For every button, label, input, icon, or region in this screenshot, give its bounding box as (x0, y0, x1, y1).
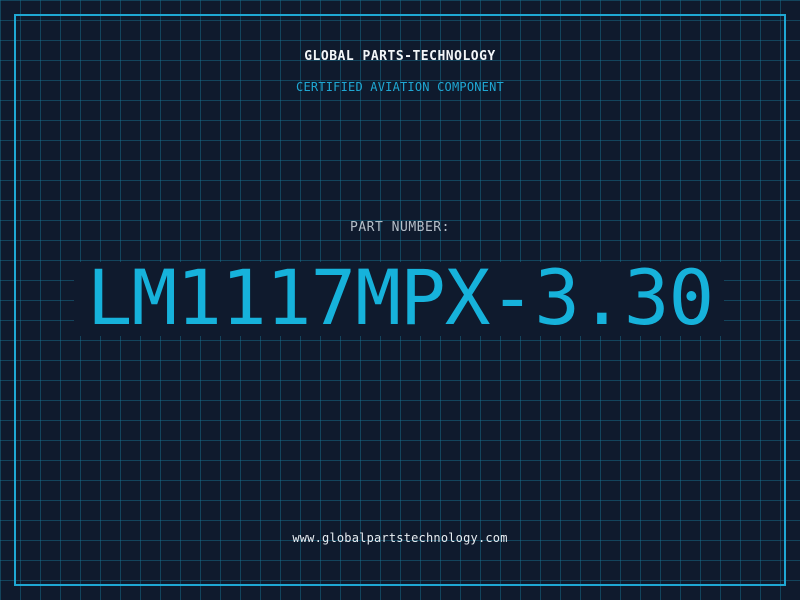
part-number-label: PART NUMBER: (350, 220, 450, 235)
certification-subtitle: CERTIFIED AVIATION COMPONENT (296, 80, 504, 94)
part-number-value: LM1117MPX-3.30 (86, 253, 715, 342)
website-url[interactable]: www.globalpartstechnology.com (0, 531, 800, 545)
brand-title: GLOBAL PARTS-TECHNOLOGY (304, 49, 496, 64)
certificate-canvas: GLOBAL PARTS-TECHNOLOGY CERTIFIED AVIATI… (0, 0, 800, 600)
